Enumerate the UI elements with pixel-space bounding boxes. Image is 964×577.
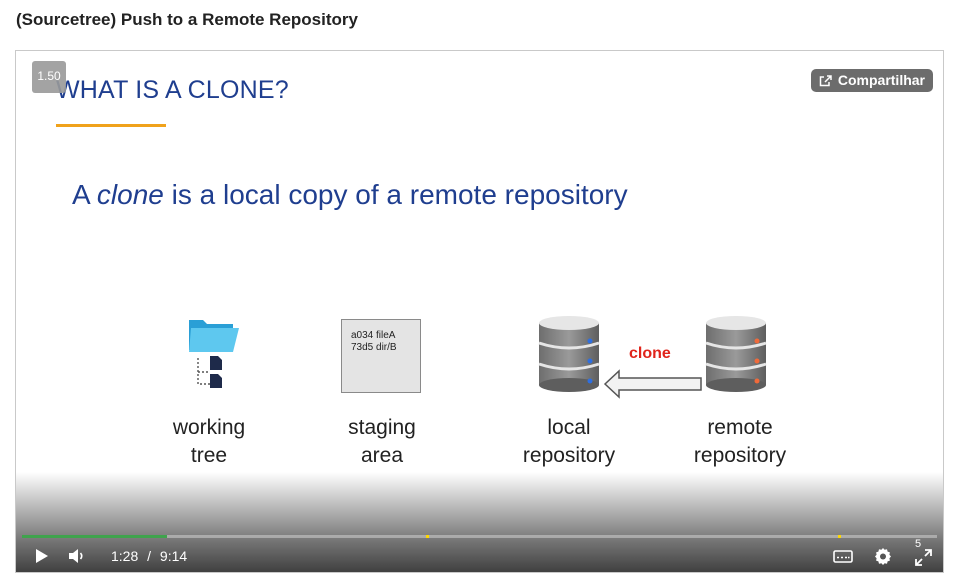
progress-fill bbox=[22, 535, 168, 538]
playback-speed-badge[interactable]: 1.50 bbox=[32, 61, 66, 93]
time-separator: / bbox=[147, 548, 152, 564]
gear-icon[interactable] bbox=[874, 547, 892, 565]
database-icon bbox=[705, 316, 767, 392]
play-icon[interactable] bbox=[33, 548, 49, 564]
database-icon bbox=[538, 316, 600, 392]
label-line: local bbox=[547, 416, 591, 439]
folder-icon bbox=[189, 320, 239, 352]
definition-pre: A bbox=[72, 179, 97, 210]
label-working-tree: working tree bbox=[159, 414, 259, 470]
label-remote-repository: remote repository bbox=[680, 414, 800, 470]
slide-heading: WHAT IS A CLONE? bbox=[56, 76, 289, 104]
definition-italic: clone bbox=[96, 179, 164, 210]
clone-label: clone bbox=[629, 345, 671, 362]
label-line: working bbox=[172, 416, 246, 439]
heading-underline bbox=[56, 124, 166, 127]
staging-line: 73d5 dir/B bbox=[351, 342, 397, 353]
share-label: Compartilhar bbox=[837, 72, 925, 88]
tree-icon bbox=[197, 356, 222, 388]
arrow-left-icon bbox=[603, 369, 702, 399]
chapter-marker[interactable] bbox=[838, 535, 841, 538]
chapter-marker[interactable] bbox=[426, 535, 429, 538]
video-player[interactable]: WHAT IS A CLONE? 1.50 Compartilhar A clo… bbox=[15, 50, 944, 573]
share-button[interactable]: Compartilhar bbox=[810, 69, 933, 92]
label-line: repository bbox=[522, 444, 616, 467]
staging-line: a034 fileA bbox=[351, 330, 396, 341]
captions-icon[interactable] bbox=[833, 549, 853, 565]
label-staging-area: staging area bbox=[332, 414, 432, 470]
progress-bar[interactable] bbox=[22, 535, 937, 538]
label-line: tree bbox=[190, 444, 228, 467]
label-line: remote bbox=[707, 416, 773, 439]
slide-definition: A clone is a local copy of a remote repo… bbox=[72, 179, 628, 211]
label-local-repository: local repository bbox=[509, 414, 629, 470]
definition-post: is a local copy of a remote repository bbox=[163, 179, 628, 210]
share-icon bbox=[819, 74, 833, 87]
duration: 9:14 bbox=[159, 548, 188, 564]
current-time: 1:28 bbox=[111, 548, 139, 564]
label-line: repository bbox=[693, 444, 787, 467]
fullscreen-icon[interactable] bbox=[915, 549, 932, 566]
staging-box: a034 fileA 73d5 dir/B bbox=[341, 319, 421, 393]
time-readout: 1:28 / 9:14 bbox=[111, 548, 187, 564]
label-line: area bbox=[360, 444, 404, 467]
volume-icon[interactable] bbox=[68, 548, 86, 564]
page-title: (Sourcetree) Push to a Remote Repository bbox=[16, 10, 358, 29]
label-line: staging bbox=[348, 416, 416, 439]
